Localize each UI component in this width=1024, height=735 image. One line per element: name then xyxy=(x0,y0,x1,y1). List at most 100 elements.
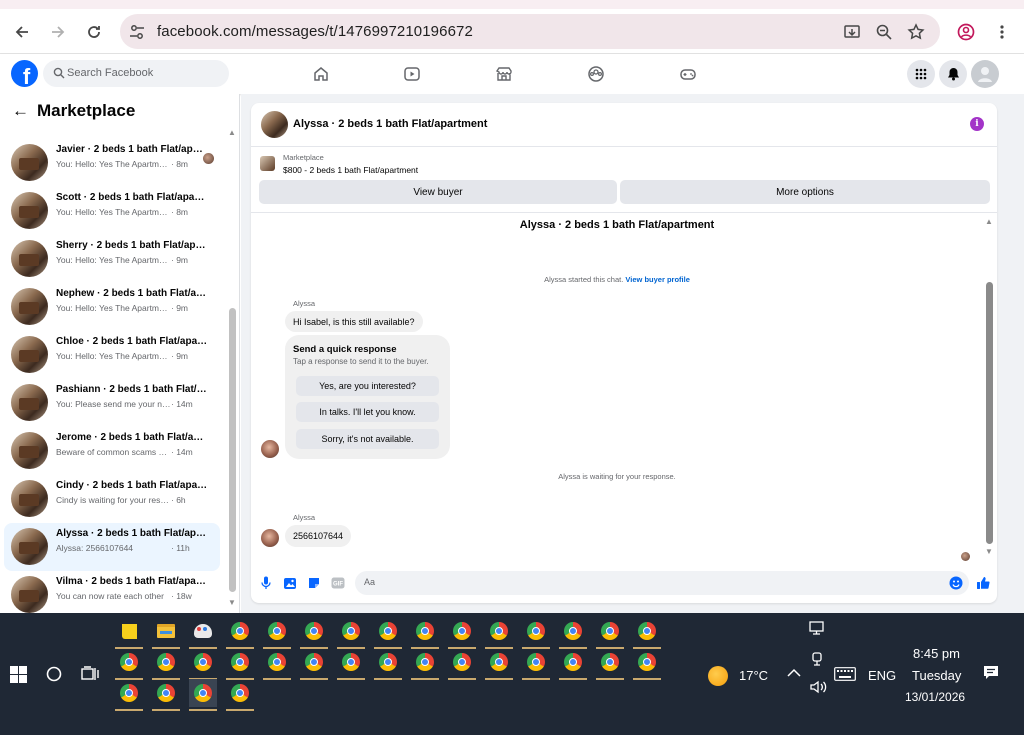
task-view-icon[interactable] xyxy=(76,660,104,688)
thumbs-up-icon[interactable] xyxy=(976,576,990,590)
menu-grid-icon[interactable] xyxy=(907,60,935,88)
microphone-icon[interactable] xyxy=(259,576,273,590)
conversation-item[interactable]: Javier · 2 beds 1 bath Flat/apartment You… xyxy=(4,139,220,187)
account-avatar[interactable] xyxy=(971,60,999,88)
view-buyer-profile-link[interactable]: View buyer profile xyxy=(625,275,689,284)
conversation-item[interactable]: Cindy · 2 beds 1 bath Flat/apartment Cind… xyxy=(4,475,220,523)
bookmark-star-icon[interactable] xyxy=(906,22,926,42)
scroll-down-arrow-icon[interactable]: ▼ xyxy=(985,547,993,556)
conversation-avatar[interactable] xyxy=(11,240,48,277)
marketplace-icon[interactable] xyxy=(495,65,513,83)
chrome-icon[interactable] xyxy=(115,679,143,711)
chrome-icon[interactable] xyxy=(263,648,291,680)
scrollbar-thumb[interactable] xyxy=(229,308,236,592)
facebook-logo[interactable]: f xyxy=(11,60,38,87)
chrome-icon[interactable] xyxy=(374,617,402,649)
scroll-up-arrow-icon[interactable]: ▲ xyxy=(985,217,993,226)
chat-title[interactable]: Alyssa · 2 beds 1 bath Flat/apartment xyxy=(293,118,487,130)
conversation-avatar[interactable] xyxy=(11,144,48,181)
chrome-icon[interactable] xyxy=(522,617,550,649)
site-settings-icon[interactable] xyxy=(128,23,146,41)
chrome-icon[interactable] xyxy=(522,648,550,680)
clock-time[interactable]: 8:45 pm xyxy=(913,646,960,661)
quick-response-not-available-button[interactable]: Sorry, it's not available. xyxy=(296,429,439,449)
chrome-icon[interactable] xyxy=(559,617,587,649)
chrome-icon[interactable] xyxy=(226,648,254,680)
chrome-icon[interactable] xyxy=(337,617,365,649)
sticker-icon[interactable] xyxy=(307,576,321,590)
gif-icon[interactable]: GIF xyxy=(331,576,345,590)
scroll-down-arrow-icon[interactable]: ▼ xyxy=(228,598,236,607)
chrome-icon[interactable] xyxy=(633,648,661,680)
chrome-icon[interactable] xyxy=(374,648,402,680)
listing-thumbnail[interactable] xyxy=(260,156,275,171)
paint-icon[interactable] xyxy=(189,617,217,649)
notification-center-icon[interactable] xyxy=(983,665,999,684)
home-icon[interactable] xyxy=(312,65,330,83)
view-buyer-button[interactable]: View buyer xyxy=(259,180,617,204)
back-arrow-icon[interactable]: ← xyxy=(12,101,29,121)
file-explorer-icon[interactable] xyxy=(152,617,180,649)
message-bubble[interactable]: Hi Isabel, is this still available? xyxy=(285,311,423,332)
weather-widget[interactable]: 17°C xyxy=(708,665,778,687)
clock-date[interactable]: 13/01/2026 xyxy=(905,690,965,704)
language-indicator[interactable]: ENG xyxy=(868,668,896,683)
chrome-icon[interactable] xyxy=(596,648,624,680)
conversation-item[interactable]: Chloe · 2 beds 1 bath Flat/apartment You:… xyxy=(4,331,220,379)
listing-price[interactable]: $800 - 2 beds 1 bath Flat/apartment xyxy=(283,165,418,175)
clock-day[interactable]: Tuesday xyxy=(912,668,961,683)
search-circle-icon[interactable] xyxy=(40,660,68,688)
chrome-icon[interactable] xyxy=(337,648,365,680)
photo-icon[interactable] xyxy=(283,576,297,590)
conversation-item[interactable]: Sherry · 2 beds 1 bath Flat/apartment You… xyxy=(4,235,220,283)
buyer-avatar[interactable] xyxy=(261,529,279,547)
conversation-item[interactable]: Pashiann · 2 beds 1 bath Flat/apartment Y… xyxy=(4,379,220,427)
url-text[interactable]: facebook.com/messages/t/1476997210196672 xyxy=(157,23,473,40)
profile-icon[interactable] xyxy=(953,19,979,45)
chrome-icon[interactable] xyxy=(115,648,143,680)
forward-arrow-icon[interactable] xyxy=(45,19,71,45)
chrome-icon[interactable] xyxy=(189,648,217,680)
chrome-icon[interactable] xyxy=(300,617,328,649)
chrome-icon[interactable] xyxy=(152,679,180,711)
chrome-icon[interactable] xyxy=(411,617,439,649)
quick-response-in-talks-button[interactable]: In talks. I'll let you know. xyxy=(296,402,439,422)
show-hidden-icons-chevron-icon[interactable] xyxy=(787,665,801,681)
network-icon[interactable] xyxy=(809,620,825,639)
info-icon[interactable]: i xyxy=(970,117,984,131)
conversation-avatar[interactable] xyxy=(11,480,48,517)
conversation-avatar[interactable] xyxy=(11,576,48,613)
chrome-icon[interactable] xyxy=(189,679,217,711)
conversation-item[interactable]: Nephew · 2 beds 1 bath Flat/apartment You… xyxy=(4,283,220,331)
facebook-search-input[interactable]: Search Facebook xyxy=(43,60,229,87)
conversation-avatar[interactable] xyxy=(11,432,48,469)
message-input[interactable]: Aa xyxy=(355,571,969,595)
volume-icon[interactable] xyxy=(809,679,827,698)
conversation-avatar[interactable] xyxy=(11,528,48,565)
chrome-icon[interactable] xyxy=(485,617,513,649)
conversation-avatar[interactable] xyxy=(11,288,48,325)
scrollbar-thumb[interactable] xyxy=(986,282,993,544)
buyer-avatar[interactable] xyxy=(261,440,279,458)
video-icon[interactable] xyxy=(403,65,421,83)
groups-icon[interactable] xyxy=(587,65,605,83)
chrome-icon[interactable] xyxy=(300,648,328,680)
chrome-icon[interactable] xyxy=(596,617,624,649)
chrome-icon[interactable] xyxy=(411,648,439,680)
back-arrow-icon[interactable] xyxy=(9,19,35,45)
scroll-up-arrow-icon[interactable]: ▲ xyxy=(228,128,236,137)
chrome-icon[interactable] xyxy=(485,648,513,680)
chrome-icon[interactable] xyxy=(448,617,476,649)
conversation-avatar[interactable] xyxy=(11,384,48,421)
chrome-icon[interactable] xyxy=(152,648,180,680)
more-options-button[interactable]: More options xyxy=(620,180,990,204)
meet-now-icon[interactable] xyxy=(810,651,824,670)
notifications-bell-icon[interactable] xyxy=(939,60,967,88)
emoji-icon[interactable] xyxy=(949,576,963,590)
conversation-avatar[interactable] xyxy=(11,192,48,229)
zoom-icon[interactable] xyxy=(874,22,894,42)
reload-icon[interactable] xyxy=(81,19,107,45)
gaming-icon[interactable] xyxy=(679,65,697,83)
chrome-icon[interactable] xyxy=(263,617,291,649)
conversation-avatar[interactable] xyxy=(11,336,48,373)
